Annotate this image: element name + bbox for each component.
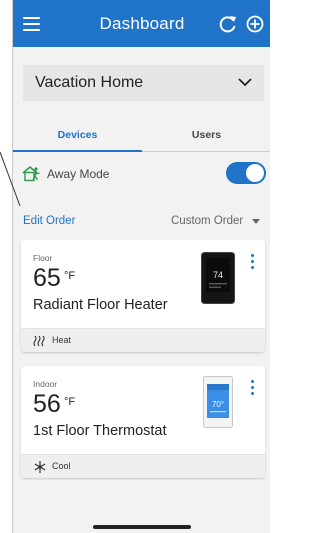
home-selector[interactable]: Vacation Home — [23, 65, 264, 101]
annotation-line — [0, 151, 21, 207]
device-card[interactable]: Indoor 56 °F 1st Floor Thermostat 70° Co… — [21, 366, 265, 478]
heat-waves-icon — [33, 335, 45, 347]
order-row: Edit Order Custom Order — [13, 212, 270, 230]
device-temperature: 65 — [33, 264, 61, 292]
thermostat-white-image: 70° — [203, 376, 233, 428]
app-frame: Dashboard Vacation Home Devices Users Aw… — [12, 0, 270, 533]
app-header: Dashboard — [13, 0, 270, 47]
device-name: 1st Floor Thermostat — [33, 423, 167, 439]
snowflake-icon — [34, 461, 46, 473]
tab-devices[interactable]: Devices — [13, 118, 142, 152]
caret-down-icon[interactable] — [252, 219, 260, 224]
thermostat-screen-reading: 74 — [213, 270, 223, 280]
chevron-down-icon — [238, 78, 252, 87]
away-mode-toggle[interactable] — [226, 162, 266, 184]
more-options-icon[interactable] — [251, 254, 255, 270]
device-temperature: 56 — [33, 390, 61, 418]
temperature-unit: °F — [64, 396, 76, 408]
thermostat-screen-reading: 70° — [212, 400, 224, 409]
thermostat-black-image: 74 — [201, 252, 235, 304]
tab-bar: Devices Users — [13, 118, 270, 152]
refresh-icon[interactable] — [218, 14, 238, 34]
home-indicator[interactable] — [93, 525, 191, 529]
temperature-unit: °F — [64, 270, 76, 282]
home-selector-value: Vacation Home — [35, 74, 144, 91]
device-mode-bar: Heat — [21, 328, 265, 352]
tab-users[interactable]: Users — [142, 118, 270, 152]
more-options-icon[interactable] — [251, 380, 255, 396]
device-zone: Floor — [33, 253, 53, 263]
device-mode-label: Cool — [52, 461, 71, 471]
add-circle-icon[interactable] — [245, 14, 265, 34]
sort-order-dropdown[interactable]: Custom Order — [171, 215, 243, 227]
away-mode-label: Away Mode — [47, 167, 110, 181]
away-person-house-icon — [22, 165, 40, 182]
away-mode-row: Away Mode — [13, 157, 270, 189]
edit-order-link[interactable]: Edit Order — [23, 215, 75, 227]
device-zone: Indoor — [33, 379, 58, 389]
device-name: Radiant Floor Heater — [33, 297, 168, 313]
device-mode-bar: Cool — [21, 454, 265, 478]
toggle-knob — [246, 164, 264, 182]
device-card[interactable]: Floor 65 °F Radiant Floor Heater 74 Heat — [21, 240, 265, 352]
device-mode-label: Heat — [52, 335, 72, 345]
